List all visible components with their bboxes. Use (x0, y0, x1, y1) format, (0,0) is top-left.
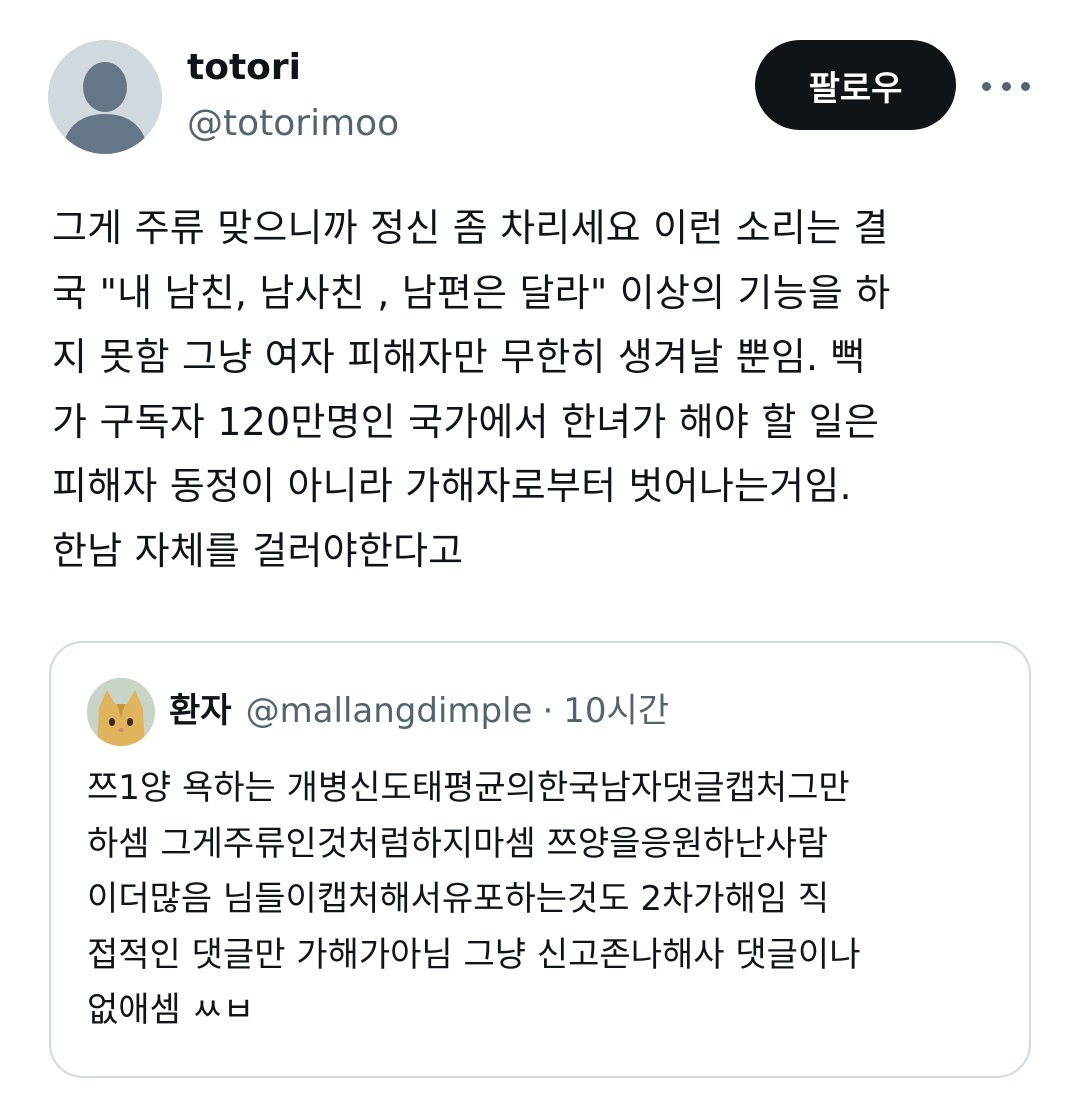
quote-author-avatar[interactable] (87, 678, 155, 746)
tweet-text-line: 국 "내 남친, 남사친 , 남편은 달라" 이상의 기능을 하 (52, 270, 891, 315)
more-horizontal-icon[interactable] (982, 66, 1030, 106)
more-dot (982, 81, 991, 91)
quote-separator: · (542, 691, 554, 731)
quote-timestamp[interactable]: 10시간 (563, 691, 669, 731)
author-display-name[interactable]: totori (187, 46, 301, 90)
tweet-text-line: 피해자 동정이 아니라 가해자로부터 벗어나는거임. (52, 464, 852, 508)
tweet-text-line: 지 못함 그냥 여자 피해자만 무한히 생겨날 뿐임. 뻑 (52, 335, 866, 379)
quote-text: 쯔1양 욕하는 개병신도태평균의한국남자댓글캡처그만 하셈 그게주류인것처럼하지… (87, 761, 1007, 1039)
quote-text-line: 없애셈 ㅆㅂ (87, 990, 255, 1030)
author-avatar[interactable] (48, 40, 162, 154)
quote-header: 환자 @mallangdimple · 10시간 (169, 687, 669, 735)
tweet-text-line: 한남 자체를 걸러야한다고 (52, 528, 464, 573)
quote-text-line: 접적인 댓글만 가해가아님 그냥 신고존나해사 댓글이나 (87, 934, 861, 975)
tweet-text: 그게 주류 맞으니까 정신 좀 차리세요 이런 소리는 결 국 "내 남친, 남… (52, 196, 1037, 583)
quote-text-line: 이더많음 님들이캡처해서유포하는것도 2차가해임 직 (87, 879, 830, 919)
default-profile-icon (48, 40, 162, 154)
quote-author-handle[interactable]: @mallangdimple (246, 691, 533, 731)
tweet: totori @totorimoo 팔로우 그게 주류 맞으니까 정신 좀 차리… (0, 0, 1080, 1111)
follow-button[interactable]: 팔로우 (755, 40, 956, 130)
quote-text-line: 쯔1양 욕하는 개병신도태평균의한국남자댓글캡처그만 (87, 768, 850, 808)
quote-author-display-name[interactable]: 환자 (169, 691, 232, 731)
tweet-text-line: 그게 주류 맞으니까 정신 좀 차리세요 이런 소리는 결 (52, 206, 889, 250)
more-dot (1001, 81, 1011, 91)
author-handle[interactable]: @totorimoo (187, 102, 399, 146)
more-dot (1021, 81, 1030, 91)
quote-text-line: 하셈 그게주류인것처럼하지마셈 쯔양을응원하난사람 (87, 823, 829, 864)
quote-tweet-card[interactable]: 환자 @mallangdimple · 10시간 쯔1양 욕하는 개병신도태평균의한국… (49, 641, 1031, 1078)
tweet-text-line: 가 구독자 120만명인 국가에서 한녀가 해야 할 일은 (52, 399, 880, 444)
cat-avatar-icon (87, 678, 155, 746)
